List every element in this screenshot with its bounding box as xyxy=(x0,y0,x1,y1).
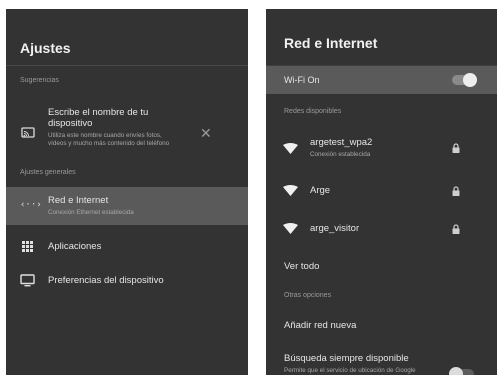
add-network-row[interactable]: Añadir red nueva xyxy=(266,312,497,338)
wifi-toggle-switch[interactable] xyxy=(452,73,477,87)
wifi-icon xyxy=(283,185,298,196)
toggle-knob xyxy=(449,367,463,375)
see-all-row[interactable]: Ver todo xyxy=(266,253,497,277)
wifi-toggle-label: Wi-Fi On xyxy=(284,75,320,85)
wifi-toggle-row[interactable]: Wi-Fi On xyxy=(266,66,497,94)
close-icon[interactable]: ✕ xyxy=(200,126,212,140)
suggestion-card[interactable]: Escribe el nombre de tu dispositivo Util… xyxy=(6,101,248,163)
wifi-icon xyxy=(283,223,298,234)
network-row[interactable]: Arge xyxy=(266,175,497,207)
suggestion-desc-line2: vídeos y mucho más contenido del teléfon… xyxy=(48,140,170,147)
network-name: Arge xyxy=(310,185,331,196)
available-networks-section-label: Redes disponibles xyxy=(284,108,342,115)
network-row[interactable]: arge_visitor xyxy=(266,213,497,245)
always-scan-label: Búsqueda siempre disponible xyxy=(284,353,409,364)
always-scan-desc: Permite que el servicio de ubicación de … xyxy=(284,367,416,374)
apps-item-label: Aplicaciones xyxy=(48,241,102,252)
settings-panel: Ajustes Sugerencias Escribe el nombre de… xyxy=(6,9,248,375)
apps-grid-icon xyxy=(22,241,33,252)
network-name: arge_visitor xyxy=(310,223,360,234)
network-row[interactable]: argetest_wpa2 Conexión establecida xyxy=(266,127,497,165)
tv-icon xyxy=(20,274,35,287)
suggestion-title-line1: Escribe el nombre de tu xyxy=(48,107,149,118)
device-preferences-label: Preferencias del dispositivo xyxy=(48,275,164,286)
network-item-label: Red e Internet xyxy=(48,195,109,206)
other-options-section-label: Otras opciones xyxy=(284,292,332,299)
suggestions-section-label: Sugerencias xyxy=(20,77,59,84)
suggestion-title-line2: dispositivo xyxy=(48,118,93,129)
lock-icon xyxy=(452,143,460,153)
wifi-icon xyxy=(283,143,298,154)
suggestion-desc-line1: Utiliza este nombre cuando envíes fotos, xyxy=(48,132,162,139)
header-divider xyxy=(6,65,248,66)
network-status: Conexión establecida xyxy=(310,151,371,158)
network-panel: Red e Internet Wi-Fi On Redes disponible… xyxy=(266,9,497,375)
general-section-label: Ajustes generales xyxy=(20,169,76,176)
see-all-label: Ver todo xyxy=(284,261,320,272)
sidebar-item-network[interactable]: ‹··› Red e Internet Conexión Ethernet es… xyxy=(6,187,248,225)
toggle-knob xyxy=(463,73,477,87)
cast-icon xyxy=(21,127,35,138)
sidebar-item-apps[interactable]: Aplicaciones xyxy=(6,235,248,259)
sidebar-item-device-preferences[interactable]: Preferencias del dispositivo xyxy=(6,269,248,293)
lock-icon xyxy=(452,186,460,196)
lock-icon xyxy=(452,224,460,234)
network-name: argetest_wpa2 xyxy=(310,137,373,148)
add-network-label: Añadir red nueva xyxy=(284,320,357,331)
settings-title: Ajustes xyxy=(20,40,71,56)
ethernet-icon: ‹··› xyxy=(20,200,42,210)
always-scan-row[interactable]: Búsqueda siempre disponible Permite que … xyxy=(266,345,497,375)
network-item-status: Conexión Ethernet establecida xyxy=(48,209,134,216)
network-panel-title: Red e Internet xyxy=(284,35,378,51)
always-scan-toggle[interactable] xyxy=(449,367,474,375)
